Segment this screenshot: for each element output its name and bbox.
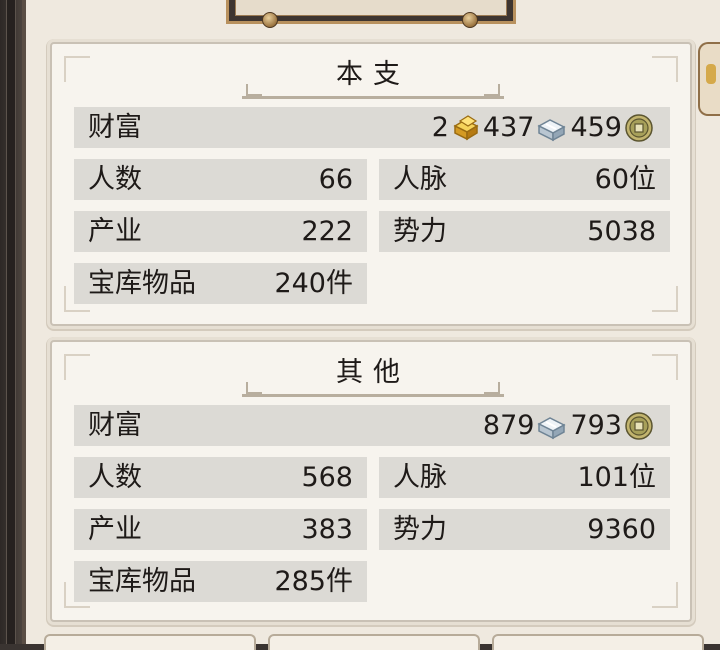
influence-row: 势力 5038: [379, 211, 670, 252]
treasury-value: 285件: [274, 566, 353, 597]
influence-label: 势力: [393, 216, 447, 247]
left-frame: [0, 0, 22, 644]
property-value: 222: [301, 216, 353, 247]
treasury-label: 宝库物品: [88, 566, 196, 597]
side-tab-button[interactable]: [698, 42, 720, 116]
population-label: 人数: [88, 164, 142, 195]
silver-amount: 879: [482, 410, 535, 441]
bottom-button-1[interactable]: [44, 634, 256, 650]
wealth-label: 财富: [88, 112, 142, 143]
bottom-button-3[interactable]: [492, 634, 704, 650]
other-branch-card: 其他 财富 879 793 人数 568 人脉 101位 产业 383 势力 9…: [50, 340, 692, 622]
influence-row: 势力 9360: [379, 509, 670, 550]
influence-value: 5038: [587, 216, 656, 247]
property-row: 产业 383: [74, 509, 367, 550]
property-value: 383: [301, 514, 353, 545]
wealth-row: 财富 2 437 459: [74, 107, 670, 148]
connections-label: 人脉: [393, 462, 447, 493]
connections-value: 60位: [594, 164, 656, 195]
property-label: 产业: [88, 216, 142, 247]
wealth-label: 财富: [88, 410, 142, 441]
section-title: 本支: [336, 59, 410, 90]
bottom-button-2[interactable]: [268, 634, 480, 650]
gold-ingot-icon: [453, 114, 479, 140]
copper-amount: 793: [570, 410, 622, 441]
silver-ingot-icon: [537, 118, 567, 141]
wealth-value: 2 437 459: [432, 107, 656, 148]
main-branch-card: 本支 财富 2 437 459 人数 66 人脉 60位 产业 222 势力 5…: [50, 42, 692, 326]
property-row: 产业 222: [74, 211, 367, 252]
wealth-row: 财富 879 793: [74, 405, 670, 446]
treasury-row: 宝库物品 285件: [74, 561, 367, 602]
wealth-value: 879 793: [483, 405, 656, 446]
connections-label: 人脉: [393, 164, 447, 195]
influence-value: 9360: [587, 514, 656, 545]
plaque-knob-left: [262, 12, 278, 28]
copper-amount: 459: [570, 112, 622, 143]
population-row: 人数 568: [74, 457, 367, 498]
section-header: 其他: [242, 356, 504, 397]
silver-amount: 437: [482, 112, 535, 143]
treasury-value: 240件: [274, 268, 353, 299]
silver-ingot-icon: [537, 416, 567, 439]
treasury-label: 宝库物品: [88, 268, 196, 299]
population-row: 人数 66: [74, 159, 367, 200]
gold-amount: 2: [431, 112, 449, 143]
section-title: 其他: [336, 357, 410, 388]
copper-coin-icon: [625, 113, 653, 142]
copper-coin-icon: [625, 411, 653, 440]
treasury-row: 宝库物品 240件: [74, 263, 367, 304]
connections-row: 人脉 101位: [379, 457, 670, 498]
population-value: 66: [318, 164, 353, 195]
plaque-knob-right: [462, 12, 478, 28]
connections-row: 人脉 60位: [379, 159, 670, 200]
population-label: 人数: [88, 462, 142, 493]
influence-label: 势力: [393, 514, 447, 545]
connections-value: 101位: [577, 462, 656, 493]
section-header: 本支: [242, 58, 504, 99]
population-value: 568: [301, 462, 353, 493]
property-label: 产业: [88, 514, 142, 545]
